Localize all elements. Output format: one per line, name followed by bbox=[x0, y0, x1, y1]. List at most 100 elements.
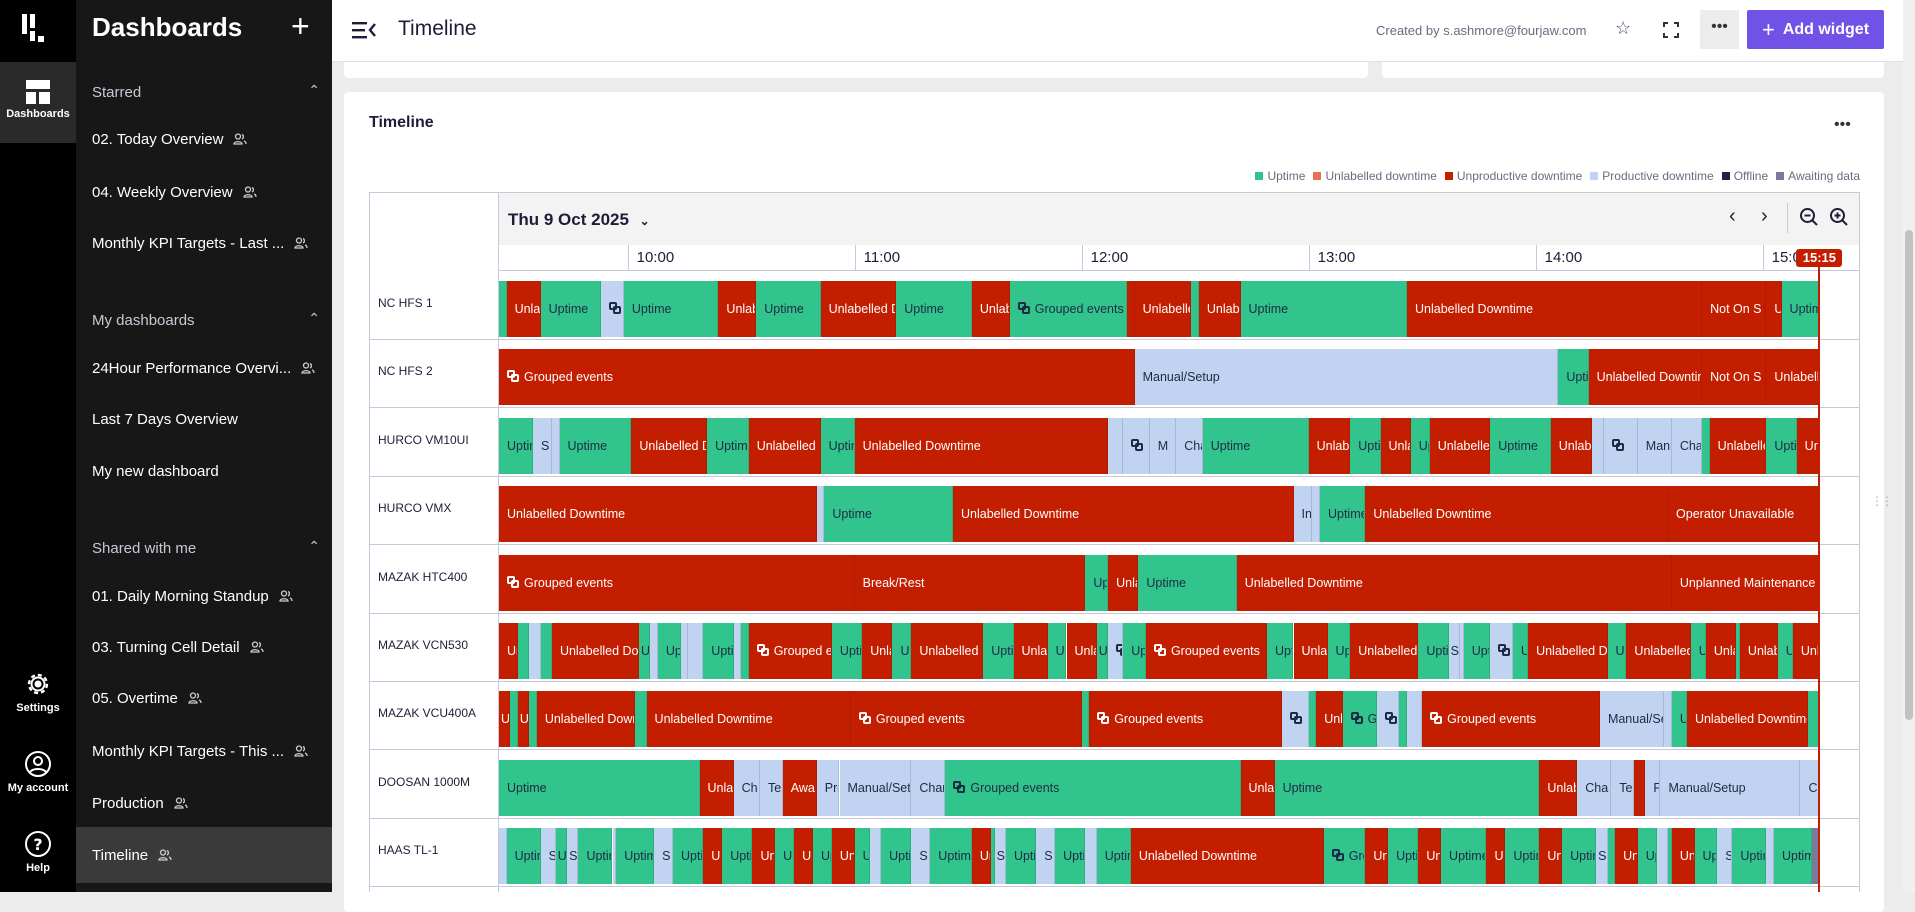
event-segment[interactable]: S bbox=[540, 828, 556, 885]
event-segment[interactable]: Cha bbox=[1671, 417, 1703, 474]
grouped-event-segment[interactable]: Grouped events bbox=[1323, 828, 1366, 885]
event-segment[interactable] bbox=[540, 623, 552, 679]
event-segment[interactable]: Uptime bbox=[1637, 828, 1657, 885]
event-segment[interactable]: Uptime bbox=[775, 828, 795, 885]
grouped-event-segment[interactable] bbox=[1603, 417, 1638, 474]
grouped-event-segment[interactable]: Grouped events bbox=[945, 759, 1241, 816]
event-segment[interactable]: Uptime bbox=[1274, 759, 1540, 816]
event-segment[interactable]: Uptime bbox=[1671, 691, 1687, 748]
event-segment[interactable]: Te bbox=[1611, 759, 1634, 816]
event-segment[interactable] bbox=[1664, 691, 1672, 748]
section-my-dashboards[interactable]: My dashboards ⌃ bbox=[92, 310, 320, 329]
grouped-event-segment[interactable]: Grouped events bbox=[850, 691, 1082, 748]
event-segment[interactable]: Uptime bbox=[1267, 623, 1294, 679]
previous-button[interactable]: ‹ bbox=[1729, 205, 1736, 228]
machine-name[interactable]: HURCO VM10UI bbox=[378, 433, 469, 447]
event-segment[interactable]: Uptime bbox=[756, 281, 821, 337]
event-segment[interactable]: Unlabelled Downtime bbox=[1429, 417, 1491, 474]
event-segment[interactable]: Unlabelled Downtime bbox=[699, 759, 734, 816]
grouped-event-segment[interactable]: Grouped events bbox=[1422, 691, 1600, 748]
event-segment[interactable] bbox=[680, 623, 689, 679]
event-segment[interactable]: Unlabelled Downtime bbox=[1236, 554, 1672, 611]
event-segment[interactable]: Unlabelled Downtime bbox=[1418, 828, 1442, 885]
machine-name[interactable]: HAAS TL-1 bbox=[378, 843, 438, 857]
date-picker[interactable]: Thu 9 Oct 2025 ⌄ bbox=[508, 210, 650, 230]
rail-my-account[interactable]: My account bbox=[0, 750, 76, 794]
collapse-menu-icon[interactable] bbox=[352, 20, 376, 40]
event-segment[interactable]: C bbox=[1800, 759, 1820, 816]
event-segment[interactable]: Pro bbox=[816, 759, 840, 816]
event-segment[interactable] bbox=[1702, 417, 1710, 474]
event-segment[interactable]: Unlabelled Downtime bbox=[1108, 554, 1139, 611]
event-segment[interactable]: Unlabelled Downtime bbox=[953, 486, 1294, 543]
event-segment[interactable]: Uptime bbox=[1202, 417, 1309, 474]
event-segment[interactable]: Unplanned Maintenance bbox=[1671, 554, 1820, 611]
grouped-event-segment[interactable] bbox=[1490, 623, 1513, 679]
event-segment[interactable]: Uptime bbox=[1562, 828, 1597, 885]
event-segment[interactable]: Uptime bbox=[896, 281, 972, 337]
event-segment[interactable]: S bbox=[1717, 828, 1733, 885]
machine-name[interactable]: NC HFS 1 bbox=[378, 296, 433, 310]
sidebar-item[interactable]: 05. Overtime bbox=[76, 674, 332, 722]
event-segment[interactable]: Uptime bbox=[1418, 623, 1449, 679]
event-segment[interactable] bbox=[869, 828, 882, 885]
event-segment[interactable]: M bbox=[1149, 417, 1177, 474]
event-segment[interactable] bbox=[551, 417, 560, 474]
sidebar-item[interactable]: 03. Turning Cell Detail bbox=[76, 623, 332, 671]
fourjaw-logo[interactable] bbox=[22, 14, 52, 48]
event-segment[interactable]: Unlabelled Downtime bbox=[1308, 417, 1351, 474]
sidebar-item[interactable]: 24Hour Performance Overvi... bbox=[76, 344, 332, 392]
machine-name[interactable]: MAZAK VCU400A bbox=[378, 706, 476, 720]
grouped-event-segment[interactable]: Grouped events bbox=[748, 623, 832, 679]
event-segment[interactable]: Uptime bbox=[555, 828, 568, 885]
event-segment[interactable]: Unlabelled Downtime bbox=[1739, 623, 1778, 679]
event-segment[interactable]: Uptime bbox=[540, 281, 602, 337]
event-segment[interactable]: Uptime bbox=[1085, 554, 1109, 611]
event-segment[interactable]: Unlabelled Downtime bbox=[1615, 828, 1638, 885]
event-segment[interactable]: In bbox=[1293, 486, 1313, 543]
event-segment[interactable]: Unlabelled Downtime bbox=[1365, 828, 1389, 885]
event-segment[interactable]: Uptime bbox=[623, 281, 719, 337]
event-segment[interactable] bbox=[529, 691, 537, 748]
event-segment[interactable]: Unlabelled Downtime bbox=[854, 417, 1109, 474]
zoom-out-icon[interactable] bbox=[1799, 207, 1819, 227]
event-segment[interactable]: Manual/Setup bbox=[1134, 349, 1559, 406]
event-segment[interactable]: Unlabelled Downtime bbox=[1066, 623, 1097, 679]
event-segment[interactable]: Uptime bbox=[1558, 349, 1589, 406]
event-segment[interactable]: Uptime bbox=[930, 828, 972, 885]
chevron-up-icon[interactable]: ⌃ bbox=[308, 310, 320, 327]
event-segment[interactable]: P bbox=[1645, 759, 1661, 816]
event-segment[interactable]: Unlabelled Downtime bbox=[862, 623, 893, 679]
event-segment[interactable]: Unlabelled Downtime bbox=[748, 417, 821, 474]
event-segment[interactable]: Unlabelled Downtime bbox=[718, 281, 757, 337]
event-segment[interactable]: Ch bbox=[733, 759, 761, 816]
event-segment[interactable]: Unlabelled Downtime bbox=[1626, 623, 1691, 679]
event-segment[interactable]: Uptime bbox=[657, 623, 681, 679]
event-segment[interactable]: Unlabelled Downtime bbox=[551, 623, 639, 679]
event-segment[interactable]: Manual/Setup bbox=[1637, 417, 1672, 474]
rail-dashboards[interactable]: Dashboards bbox=[0, 62, 76, 143]
grouped-event-segment[interactable]: Grouped events bbox=[499, 349, 1135, 406]
event-segment[interactable]: Unlabelled Downtime bbox=[1528, 623, 1608, 679]
chevron-up-icon[interactable]: ⌃ bbox=[308, 82, 320, 99]
event-segment[interactable]: Uptime bbox=[722, 828, 753, 885]
event-segment[interactable] bbox=[650, 623, 658, 679]
event-segment[interactable]: Unlabelled Downtime bbox=[1350, 623, 1419, 679]
event-segment[interactable]: Uptime bbox=[1607, 623, 1627, 679]
event-segment[interactable]: Uptime bbox=[1766, 417, 1797, 474]
event-segment[interactable] bbox=[1407, 691, 1423, 748]
event-segment[interactable]: Uptime bbox=[983, 623, 1014, 679]
event-segment[interactable] bbox=[1607, 828, 1616, 885]
drag-handle-icon[interactable]: ⋮⋮ bbox=[1871, 494, 1893, 508]
event-segment[interactable] bbox=[1592, 417, 1604, 474]
event-segment[interactable]: Break/Rest bbox=[854, 554, 1086, 611]
event-segment[interactable]: Unlabelled Downtime bbox=[1407, 281, 1703, 337]
event-segment[interactable]: Uptime bbox=[1777, 623, 1793, 679]
event-segment[interactable] bbox=[1312, 486, 1320, 543]
event-segment[interactable]: Unlabelled Downtime bbox=[1486, 828, 1506, 885]
event-segment[interactable]: Uptime bbox=[1441, 828, 1487, 885]
event-segment[interactable]: S bbox=[1448, 623, 1460, 679]
add-dashboard-button[interactable]: + bbox=[291, 10, 310, 42]
grouped-event-segment[interactable]: Grouped events bbox=[1089, 691, 1283, 748]
event-segment[interactable]: S bbox=[1596, 828, 1608, 885]
